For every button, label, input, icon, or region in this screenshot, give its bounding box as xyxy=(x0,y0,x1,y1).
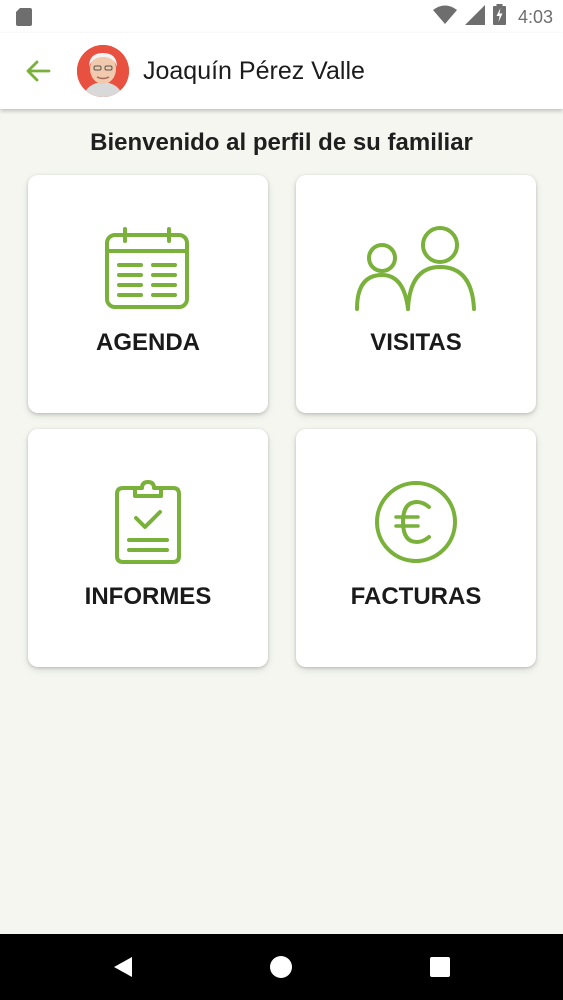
nav-home-button[interactable] xyxy=(268,954,294,980)
euro-icon xyxy=(296,477,536,567)
facturas-card[interactable]: FACTURAS xyxy=(296,429,536,667)
clipboard-check-icon xyxy=(28,477,268,567)
calendar-icon xyxy=(28,223,268,313)
agenda-card[interactable]: AGENDA xyxy=(28,175,268,413)
signal-icon xyxy=(464,4,485,30)
battery-charging-icon xyxy=(492,4,506,30)
visitas-label: VISITAS xyxy=(370,329,462,356)
welcome-heading: Bienvenido al perfil de su familiar xyxy=(90,129,473,156)
facturas-label: FACTURAS xyxy=(350,583,482,610)
nav-back-button[interactable] xyxy=(110,954,136,980)
status-time: 4:03 xyxy=(517,6,553,27)
avatar[interactable] xyxy=(77,45,129,97)
back-button[interactable] xyxy=(22,55,54,87)
home-circle-icon xyxy=(269,955,293,979)
navigation-bar xyxy=(0,934,563,1000)
page-title: Joaquín Pérez Valle xyxy=(143,57,365,85)
recents-square-icon xyxy=(429,956,451,978)
informes-card[interactable]: INFORMES xyxy=(28,429,268,667)
wifi-icon xyxy=(432,5,457,30)
app-bar: Joaquín Pérez Valle xyxy=(0,33,563,109)
status-icons: 4:03 xyxy=(432,4,553,30)
status-bar: 4:03 xyxy=(0,0,563,33)
people-icon xyxy=(296,223,536,313)
arrow-back-icon xyxy=(25,59,51,83)
sd-card-icon xyxy=(16,8,32,31)
back-triangle-icon xyxy=(112,955,134,979)
nav-recents-button[interactable] xyxy=(427,954,453,980)
informes-label: INFORMES xyxy=(84,583,212,610)
visitas-card[interactable]: VISITAS xyxy=(296,175,536,413)
agenda-label: AGENDA xyxy=(95,329,200,356)
